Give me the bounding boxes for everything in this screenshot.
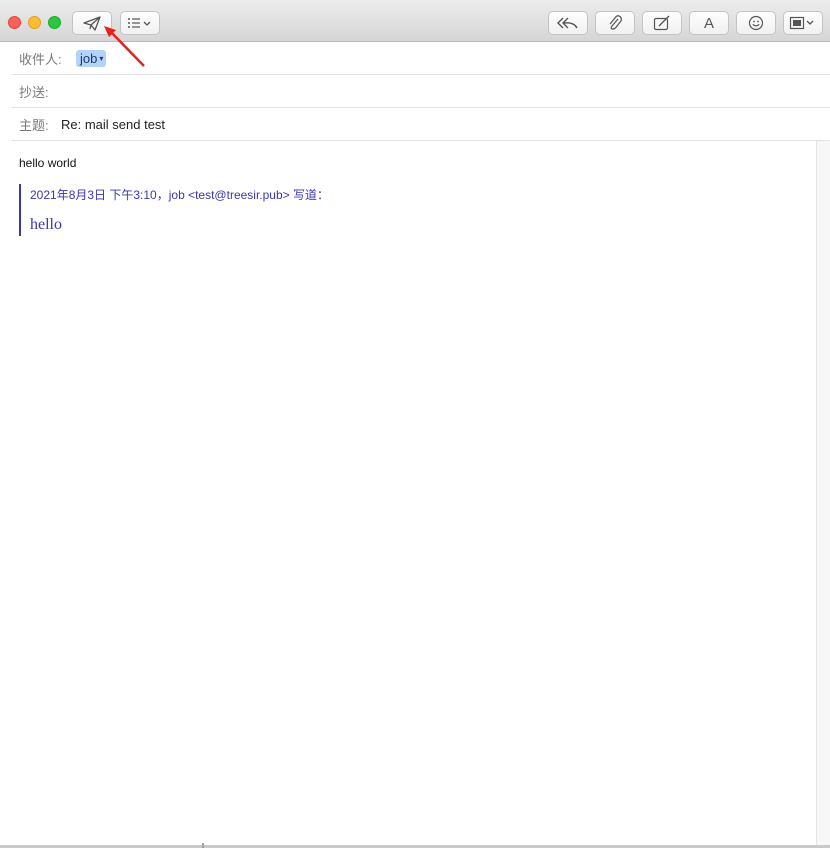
- message-text[interactable]: hello world: [19, 156, 76, 170]
- close-window-button[interactable]: [8, 16, 21, 29]
- photo-browser-icon: [789, 16, 814, 30]
- zoom-window-button[interactable]: [48, 16, 61, 29]
- reply-all-icon: [557, 17, 578, 29]
- scrollbar-track[interactable]: [816, 141, 830, 846]
- markup-button[interactable]: [642, 11, 682, 35]
- attach-button[interactable]: [595, 11, 635, 35]
- emoji-button[interactable]: [736, 11, 776, 35]
- minimize-window-button[interactable]: [28, 16, 41, 29]
- font-button[interactable]: A: [689, 11, 729, 35]
- quote-attribution: 2021年8月3日 下午3:10，job <test@treesir.pub> …: [30, 188, 329, 202]
- smiley-icon: [748, 15, 764, 31]
- cc-field-row[interactable]: 抄送:: [12, 75, 830, 108]
- markup-icon: [653, 15, 670, 31]
- reply-all-button[interactable]: [548, 11, 588, 35]
- annotation-arrow: [104, 26, 145, 67]
- paperclip-icon: [609, 15, 622, 30]
- subject-field-row[interactable]: 主题: Re: mail send test: [12, 108, 830, 141]
- quote-text: hello: [30, 216, 62, 233]
- cc-label: 抄送:: [19, 84, 49, 100]
- photo-browser-button[interactable]: [783, 11, 823, 35]
- message-body-editor[interactable]: hello world 2021年8月3日 下午3:10，job <test@t…: [0, 141, 816, 846]
- quoted-message: 2021年8月3日 下午3:10，job <test@treesir.pub> …: [19, 184, 719, 236]
- font-label: A: [703, 14, 714, 32]
- subject-input[interactable]: Re: mail send test: [61, 117, 165, 132]
- paper-plane-icon: [83, 16, 101, 31]
- subject-label: 主题:: [19, 117, 49, 133]
- recipient-name: job: [80, 50, 98, 66]
- compose-window: A 收件人: job ▾ 抄送: 主题: Re: mail send test …: [0, 0, 830, 846]
- background-divider: [202, 843, 204, 848]
- to-label: 收件人:: [19, 51, 62, 67]
